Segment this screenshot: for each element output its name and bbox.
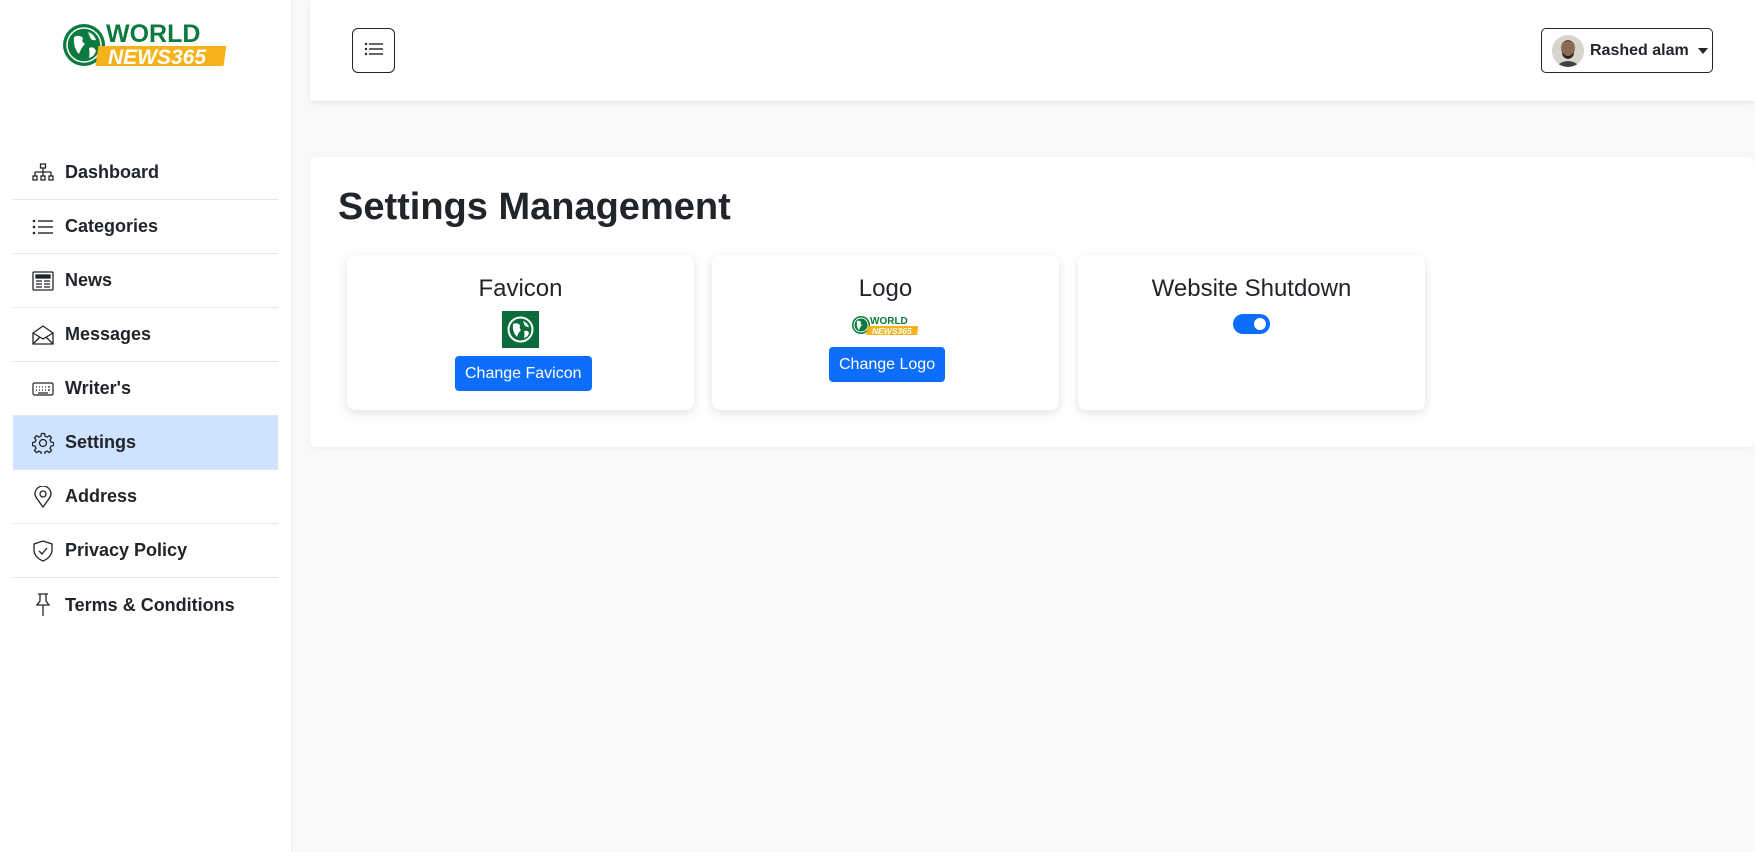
favicon-preview	[502, 311, 539, 348]
sitemap-icon	[31, 161, 55, 185]
list-icon	[364, 41, 384, 60]
caret-down-icon	[1697, 47, 1708, 54]
sidebar-item-label: Terms & Conditions	[65, 594, 235, 615]
sidebar-toggle-button[interactable]	[352, 28, 395, 73]
toggle-knob	[1254, 318, 1266, 330]
pin-icon	[31, 593, 55, 617]
logo-card: Logo WORLD NEWS365 Change Logo	[712, 255, 1059, 410]
favicon-card: Favicon Change Favicon	[347, 255, 694, 410]
keyboard-icon	[31, 377, 55, 401]
user-name: Rashed alam	[1590, 41, 1689, 59]
sidebar: WORLD NEWS365 Dashboard Categories News …	[0, 0, 292, 852]
newspaper-icon	[31, 269, 55, 293]
settings-panel: Settings Management Favicon Change Favic…	[310, 157, 1755, 447]
sidebar-item-label: Categories	[65, 216, 159, 236]
avatar	[1552, 34, 1584, 67]
user-menu-dropdown[interactable]: Rashed alam	[1541, 28, 1713, 73]
sidebar-item-news[interactable]: News	[13, 254, 278, 308]
website-shutdown-card: Website Shutdown	[1078, 255, 1425, 410]
sidebar-item-label: Settings	[65, 432, 137, 452]
sidebar-item-label: Address	[65, 486, 138, 506]
page-title: Settings Management	[338, 186, 731, 228]
brand-logo[interactable]: WORLD NEWS365	[62, 20, 232, 70]
website-shutdown-title: Website Shutdown	[1151, 275, 1352, 302]
website-shutdown-toggle[interactable]	[1233, 314, 1270, 334]
sidebar-item-label: Dashboard	[65, 162, 160, 182]
sidebar-item-terms-conditions[interactable]: Terms & Conditions	[13, 578, 278, 632]
top-navbar: Rashed alam	[310, 0, 1755, 101]
sidebar-item-categories[interactable]: Categories	[13, 200, 278, 254]
sidebar-item-label: Privacy Policy	[65, 540, 188, 560]
sidebar-item-writers[interactable]: Writer's	[13, 362, 278, 416]
brand-line2: NEWS365	[108, 46, 206, 69]
sidebar-item-label: News	[65, 270, 113, 290]
location-pin-icon	[31, 485, 55, 509]
sidebar-item-messages[interactable]: Messages	[13, 308, 278, 362]
gear-icon	[31, 431, 55, 455]
shield-check-icon	[31, 539, 55, 563]
sidebar-item-settings[interactable]: Settings	[13, 416, 278, 470]
logo-preview: WORLD NEWS365	[851, 314, 921, 336]
change-logo-button[interactable]: Change Logo	[829, 347, 946, 382]
favicon-card-title: Favicon	[478, 275, 563, 302]
sidebar-item-address[interactable]: Address	[13, 470, 278, 524]
list-icon	[31, 215, 55, 239]
sidebar-item-privacy-policy[interactable]: Privacy Policy	[13, 524, 278, 578]
sidebar-nav: Dashboard Categories News Messages Write…	[13, 146, 278, 632]
sidebar-item-dashboard[interactable]: Dashboard	[13, 146, 278, 200]
logo-preview-line2: NEWS365	[872, 326, 912, 336]
envelope-icon	[31, 323, 55, 347]
brand-line1: WORLD	[106, 20, 200, 48]
logo-card-title: Logo	[858, 275, 913, 302]
sidebar-item-label: Writer's	[65, 378, 131, 398]
change-favicon-button[interactable]: Change Favicon	[455, 356, 592, 391]
sidebar-item-label: Messages	[65, 324, 152, 344]
